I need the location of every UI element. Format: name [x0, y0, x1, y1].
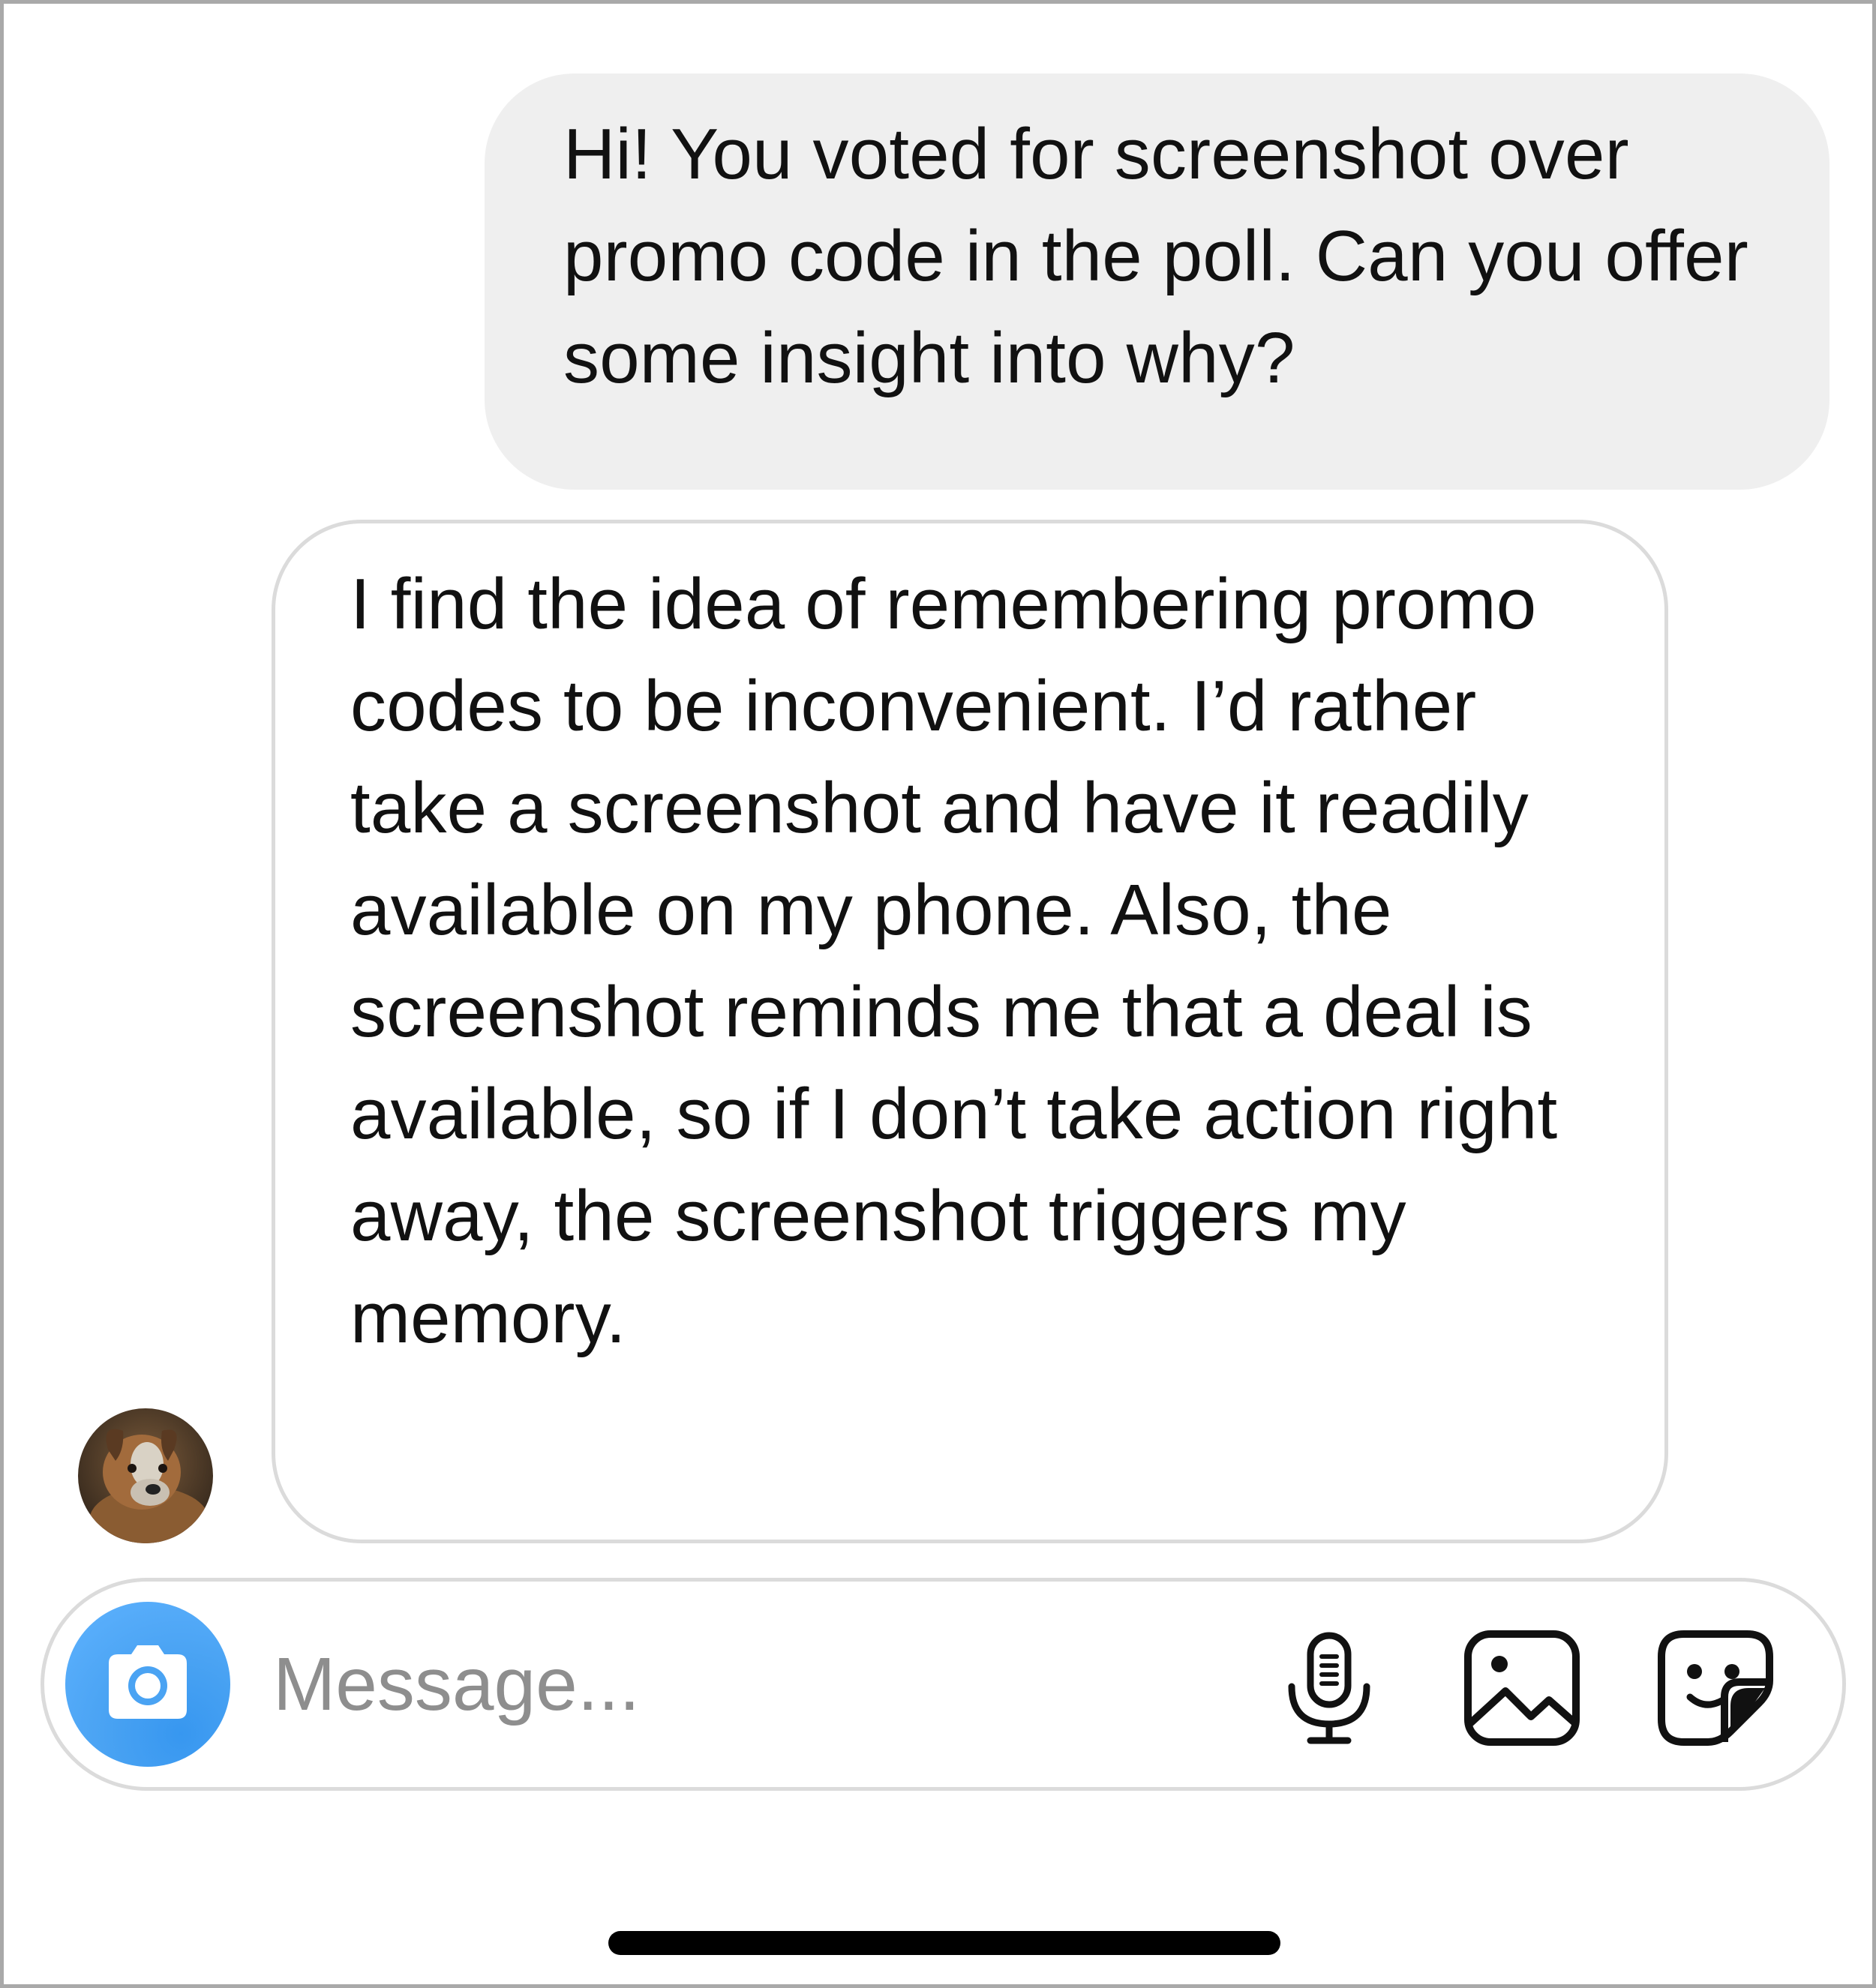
sticker-icon	[1658, 1630, 1773, 1746]
home-indicator[interactable]	[608, 1931, 1280, 1955]
gallery-button[interactable]	[1462, 1628, 1582, 1748]
microphone-icon	[1288, 1632, 1370, 1744]
outgoing-message-bubble[interactable]: Hi! You voted for screenshot over promo …	[485, 73, 1829, 490]
dog-avatar-image	[78, 1408, 213, 1543]
chat-screen: Hi! You voted for screenshot over promo …	[0, 0, 1876, 1988]
voice-message-button[interactable]	[1269, 1628, 1389, 1748]
camera-button[interactable]	[65, 1602, 230, 1767]
message-composer	[41, 1578, 1846, 1791]
incoming-message-text: I find the idea of remembering promo cod…	[350, 564, 1558, 1358]
gallery-icon	[1464, 1630, 1580, 1746]
sender-avatar[interactable]	[78, 1408, 213, 1543]
camera-icon	[109, 1645, 187, 1719]
message-input[interactable]	[273, 1628, 1248, 1741]
outgoing-message-text: Hi! You voted for screenshot over promo …	[563, 114, 1748, 398]
sticker-button[interactable]	[1655, 1628, 1775, 1748]
incoming-message-bubble[interactable]: I find the idea of remembering promo cod…	[272, 520, 1668, 1543]
